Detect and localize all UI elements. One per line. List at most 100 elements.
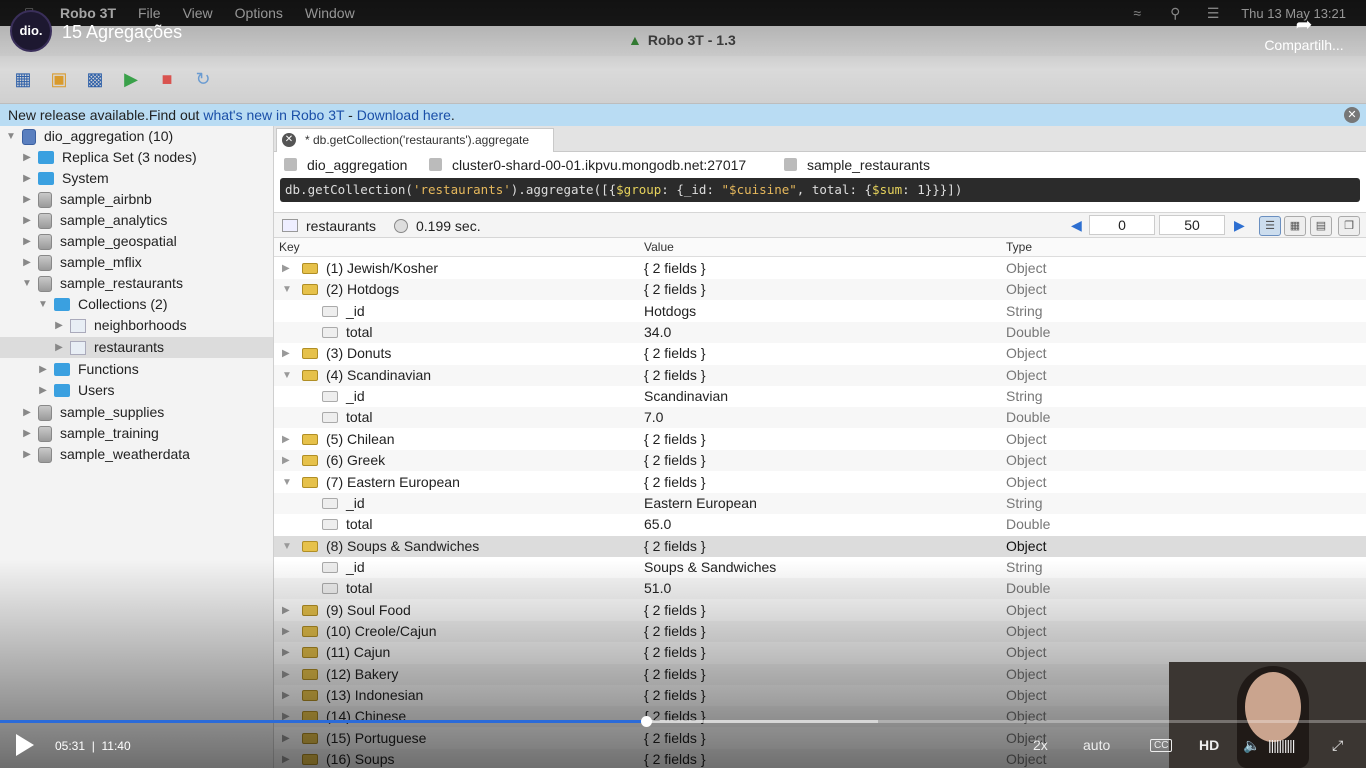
tree-item-sample-mflix[interactable]: ▶ sample_mflix bbox=[20, 252, 142, 273]
play-icon[interactable] bbox=[16, 734, 34, 756]
tree-item-label: neighborhoods bbox=[94, 317, 187, 333]
table-row[interactable]: _id Hotdogs String bbox=[274, 301, 1366, 322]
next-page-icon[interactable]: ▶ bbox=[1234, 217, 1245, 234]
tree-view-icon[interactable]: ☰ bbox=[1259, 216, 1281, 236]
collapse-arrow-icon[interactable]: ▼ bbox=[282, 365, 292, 386]
query-editor[interactable]: db.getCollection('restaurants').aggregat… bbox=[280, 178, 1360, 202]
speed-button[interactable]: 2x bbox=[1033, 737, 1048, 753]
tree-item-users[interactable]: ▶ Users bbox=[36, 380, 114, 401]
tree-item-sample-training[interactable]: ▶ sample_training bbox=[20, 423, 159, 444]
expand-arrow-icon[interactable]: ▶ bbox=[282, 429, 290, 450]
table-view-icon[interactable]: ▦ bbox=[1284, 216, 1306, 236]
save-icon[interactable]: ▩ bbox=[84, 69, 106, 91]
fullscreen-icon[interactable]: ⤢ bbox=[1332, 737, 1343, 754]
row-key: (8) Soups & Sandwiches bbox=[326, 537, 480, 554]
limit-field[interactable]: 50 bbox=[1159, 215, 1225, 235]
connect-icon[interactable]: ▦ bbox=[12, 69, 34, 91]
control-center-icon[interactable]: ☰ bbox=[1203, 5, 1223, 22]
tree-root-connection[interactable]: ▼ dio_aggregation (10) bbox=[4, 126, 173, 147]
expand-arrow-icon[interactable]: ▶ bbox=[282, 664, 290, 685]
hd-button[interactable]: HD bbox=[1199, 737, 1219, 753]
header-value[interactable]: Value bbox=[644, 240, 674, 254]
menu-window[interactable]: Window bbox=[305, 5, 355, 21]
expand-arrow-icon[interactable]: ▶ bbox=[282, 621, 290, 642]
expand-arrow-icon[interactable]: ▶ bbox=[282, 450, 290, 471]
collapse-arrow-icon[interactable]: ▼ bbox=[282, 536, 292, 557]
row-key: (11) Cajun bbox=[326, 644, 391, 661]
tree-item-restaurants[interactable]: ▶ restaurants bbox=[0, 337, 273, 358]
channel-avatar[interactable]: dio. bbox=[10, 10, 52, 52]
tree-item-sample-geospatial[interactable]: ▶ sample_geospatial bbox=[20, 231, 177, 252]
table-row[interactable]: ▶ (6) Greek { 2 fields } Object bbox=[274, 450, 1366, 472]
table-row[interactable]: ▼ (4) Scandinavian { 2 fields } Object bbox=[274, 364, 1366, 386]
tree-item-sample-airbnb[interactable]: ▶ sample_airbnb bbox=[20, 189, 152, 210]
table-row[interactable]: total 34.0 Double bbox=[274, 322, 1366, 344]
cc-button[interactable]: CC bbox=[1150, 739, 1173, 752]
table-row[interactable]: _id Eastern European String bbox=[274, 492, 1366, 514]
volume-icon[interactable]: 🔈 bbox=[1243, 737, 1260, 754]
text-view-icon[interactable]: ▤ bbox=[1310, 216, 1332, 236]
table-row[interactable]: total 51.0 Double bbox=[274, 578, 1366, 600]
collapse-arrow-icon[interactable]: ▼ bbox=[282, 279, 292, 300]
row-key: total bbox=[346, 324, 373, 341]
tree-item-replica-set[interactable]: ▶ Replica Set (3 nodes) bbox=[20, 147, 197, 168]
tree-item-sample-supplies[interactable]: ▶ sample_supplies bbox=[20, 402, 164, 423]
maximize-icon[interactable]: ❐ bbox=[1338, 216, 1360, 236]
execute-icon[interactable]: ▶ bbox=[120, 69, 142, 91]
header-key[interactable]: Key bbox=[279, 240, 300, 254]
collapse-arrow-icon[interactable]: ▼ bbox=[282, 472, 292, 493]
search-icon[interactable]: ⚲ bbox=[1165, 5, 1185, 22]
table-row[interactable]: total 65.0 Double bbox=[274, 514, 1366, 535]
table-row[interactable]: ▶ (3) Donuts { 2 fields } Object bbox=[274, 343, 1366, 364]
video-title[interactable]: 15 Agregações bbox=[62, 22, 182, 43]
stop-icon[interactable]: ■ bbox=[156, 69, 178, 91]
object-icon bbox=[302, 348, 318, 360]
wifi-icon[interactable]: ≈ bbox=[1127, 5, 1147, 21]
prev-page-icon[interactable]: ◀ bbox=[1071, 217, 1082, 234]
expand-arrow-icon[interactable]: ▶ bbox=[282, 706, 290, 727]
expand-arrow-icon[interactable]: ▼ bbox=[4, 126, 18, 147]
close-banner-icon[interactable]: ✕ bbox=[1344, 107, 1360, 123]
tree-item-sample-analytics[interactable]: ▶ sample_analytics bbox=[20, 210, 167, 231]
quality-button[interactable]: auto bbox=[1083, 737, 1110, 753]
skip-field[interactable]: 0 bbox=[1089, 215, 1155, 235]
tree-item-neighborhoods[interactable]: ▶ neighborhoods bbox=[52, 315, 187, 336]
close-tab-icon[interactable]: ✕ bbox=[282, 133, 296, 147]
expand-arrow-icon[interactable]: ▶ bbox=[282, 258, 290, 279]
table-row[interactable]: ▶ (5) Chilean { 2 fields } Object bbox=[274, 429, 1366, 450]
table-row[interactable]: ▶ (10) Creole/Cajun { 2 fields } Object bbox=[274, 620, 1366, 642]
download-link[interactable]: Download here bbox=[357, 107, 451, 123]
menu-app-name[interactable]: Robo 3T bbox=[60, 5, 116, 21]
menu-options[interactable]: Options bbox=[235, 5, 283, 21]
open-folder-icon[interactable]: ▣ bbox=[48, 69, 70, 91]
collection-icon bbox=[70, 318, 86, 333]
table-row[interactable]: total 7.0 Double bbox=[274, 407, 1366, 429]
whats-new-link[interactable]: what's new in Robo 3T bbox=[203, 107, 344, 123]
refresh-icon[interactable]: ↻ bbox=[192, 69, 214, 91]
tree-item-collections[interactable]: ▼ Collections (2) bbox=[36, 294, 167, 315]
tree-item-functions[interactable]: ▶ Functions bbox=[36, 359, 139, 380]
tree-item-label: Collections (2) bbox=[78, 296, 168, 312]
table-row[interactable]: ▼ (7) Eastern European { 2 fields } Object bbox=[274, 472, 1366, 493]
table-row[interactable]: ▶ (11) Cajun { 2 fields } Object bbox=[274, 642, 1366, 663]
table-row[interactable]: ▶ (1) Jewish/Kosher { 2 fields } Object bbox=[274, 258, 1366, 279]
expand-arrow-icon[interactable]: ▶ bbox=[282, 600, 290, 621]
table-row[interactable]: _id Soups & Sandwiches String bbox=[274, 557, 1366, 578]
share-button[interactable]: ➦ Compartilh... bbox=[1262, 12, 1346, 53]
expand-arrow-icon[interactable]: ▶ bbox=[282, 642, 290, 663]
row-key: _id bbox=[346, 302, 365, 319]
tree-item-sample-weatherdata[interactable]: ▶ sample_weatherdata bbox=[20, 444, 190, 465]
header-type[interactable]: Type bbox=[1006, 240, 1032, 254]
menu-view[interactable]: View bbox=[183, 5, 213, 21]
tab-aggregate-query[interactable]: ✕ * db.getCollection('restaurants').aggr… bbox=[276, 128, 554, 152]
volume-bar[interactable]: |||||||||| bbox=[1268, 737, 1295, 753]
tree-item-system[interactable]: ▶ System bbox=[20, 168, 109, 189]
menu-file[interactable]: File bbox=[138, 5, 161, 21]
expand-arrow-icon[interactable]: ▶ bbox=[282, 685, 290, 706]
expand-arrow-icon[interactable]: ▶ bbox=[282, 343, 290, 364]
tree-item-sample-restaurants[interactable]: ▼ sample_restaurants bbox=[20, 273, 183, 294]
table-row[interactable]: ▼ (2) Hotdogs { 2 fields } Object bbox=[274, 279, 1366, 301]
table-row[interactable]: _id Scandinavian String bbox=[274, 386, 1366, 407]
table-row[interactable]: ▶ (9) Soul Food { 2 fields } Object bbox=[274, 600, 1366, 621]
table-row[interactable]: ▼ (8) Soups & Sandwiches { 2 fields } Objec… bbox=[274, 535, 1366, 557]
